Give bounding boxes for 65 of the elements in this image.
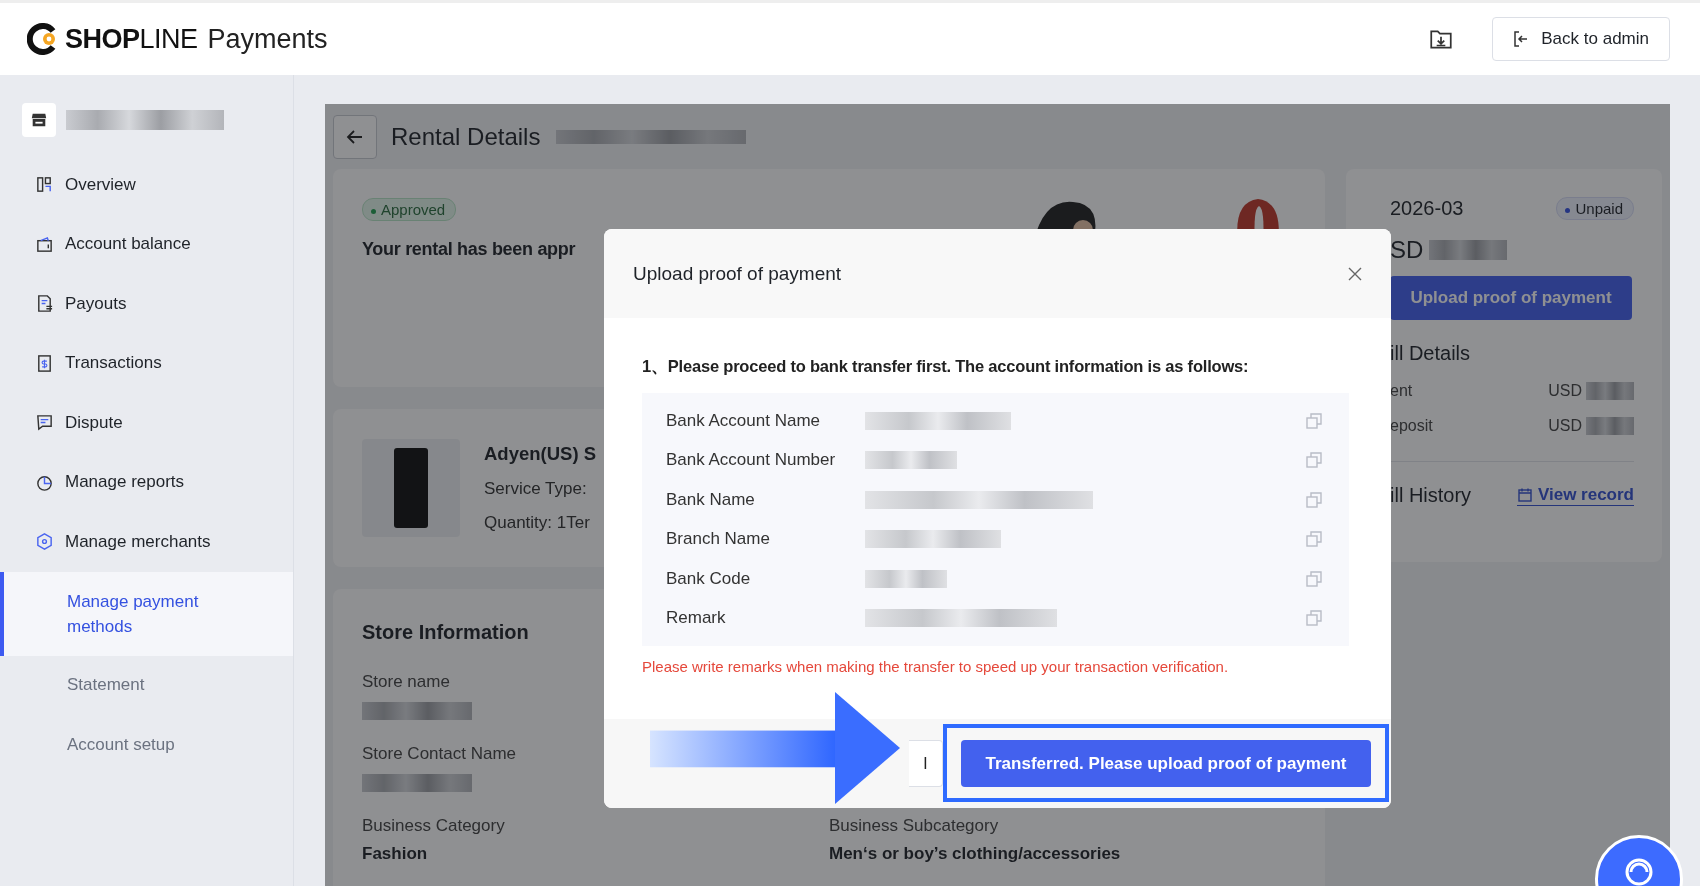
page-title: Rental Details	[391, 122, 541, 151]
copy-icon[interactable]	[1305, 569, 1323, 588]
back-button[interactable]	[333, 114, 377, 159]
warning-note: Please write remarks when making the transfer to speed up your transaction verification.	[642, 658, 1230, 675]
field-label: Bank Code	[666, 568, 752, 589]
wallet-icon	[35, 234, 54, 254]
field-label: Remark	[666, 608, 727, 629]
logo-text: SHOPLINE	[65, 23, 198, 55]
quantity: Quantity: 1Ter	[484, 513, 591, 533]
field-label: Store name	[362, 672, 451, 692]
field-label: Branch Name	[666, 529, 771, 550]
view-record-link[interactable]: View record	[1516, 485, 1634, 506]
rental-message: Your rental has been appr	[362, 239, 577, 260]
instruction-text: 1、Please proceed to bank transfer first. The account information is as follows:	[642, 356, 1250, 377]
field-value: Fashion	[362, 844, 429, 864]
back-to-admin-button[interactable]: Back to admin	[1492, 17, 1670, 61]
field-label: Bank Name	[666, 489, 756, 510]
redacted-block	[1586, 381, 1634, 400]
amount-currency: SD	[1390, 236, 1424, 264]
sidebar-item[interactable]: Overview	[0, 155, 293, 215]
field-label: Business Subcategory	[829, 816, 1000, 836]
sidebar-item[interactable]: Account setup	[0, 715, 293, 775]
section-title: ill Details	[1390, 342, 1472, 365]
field-label: Bank Account Number	[666, 450, 837, 471]
field-value: Men‘s or boy’s clothing/accessories	[829, 844, 1121, 864]
store-icon	[22, 103, 56, 137]
sidebar-item[interactable]: Transactions	[0, 333, 293, 393]
sidebar-item[interactable]: Dispute	[0, 393, 293, 453]
field-label: Bank Account Name	[666, 410, 822, 431]
copy-icon[interactable]	[1305, 609, 1323, 628]
bill-period: 2026-03	[1390, 197, 1464, 220]
sidebar-item[interactable]: Account balance	[0, 214, 293, 274]
calendar-icon	[1516, 487, 1533, 503]
currency-label: USD	[1548, 381, 1582, 400]
sidebar-item[interactable]: Manage merchants	[0, 512, 293, 572]
dollar-icon	[35, 353, 54, 373]
close-icon[interactable]	[1347, 265, 1363, 282]
payout-icon	[35, 294, 54, 314]
currency-label: USD	[1548, 416, 1582, 435]
copy-icon[interactable]	[1305, 451, 1323, 470]
section-title: ill History	[1390, 484, 1472, 507]
sidebar-item[interactable]: Manage reports	[0, 452, 293, 512]
hex-icon	[35, 532, 54, 552]
confirm-button[interactable]: Transferred. Please upload proof of payment	[961, 740, 1371, 787]
dialog-title: Upload proof of payment	[633, 262, 842, 285]
service-type: Service Type:	[484, 479, 588, 499]
cancel-button[interactable]: l	[909, 740, 943, 787]
sidebar-item[interactable]: Statement	[0, 655, 293, 715]
field-label: Store Contact Name	[362, 744, 516, 764]
status-badge: Approved	[362, 198, 457, 221]
field-label: Business Category	[362, 816, 505, 836]
overview-icon	[35, 175, 54, 195]
sidebar-item[interactable]: Manage payment methods	[0, 571, 293, 656]
product-name: Adyen(US) S	[484, 443, 597, 465]
section-title: Store Information	[362, 621, 530, 644]
sidebar-item[interactable]: Payouts	[0, 274, 293, 334]
copy-icon[interactable]	[1305, 490, 1323, 509]
redacted-block	[1586, 416, 1634, 435]
status-badge: Unpaid	[1556, 197, 1634, 220]
copy-icon[interactable]	[1305, 411, 1323, 430]
bill-line-label: ent	[1390, 381, 1413, 400]
product-name: Payments	[207, 23, 328, 55]
copy-icon[interactable]	[1305, 530, 1323, 549]
bill-line-label: eposit	[1390, 416, 1433, 435]
chat-icon	[35, 413, 54, 433]
